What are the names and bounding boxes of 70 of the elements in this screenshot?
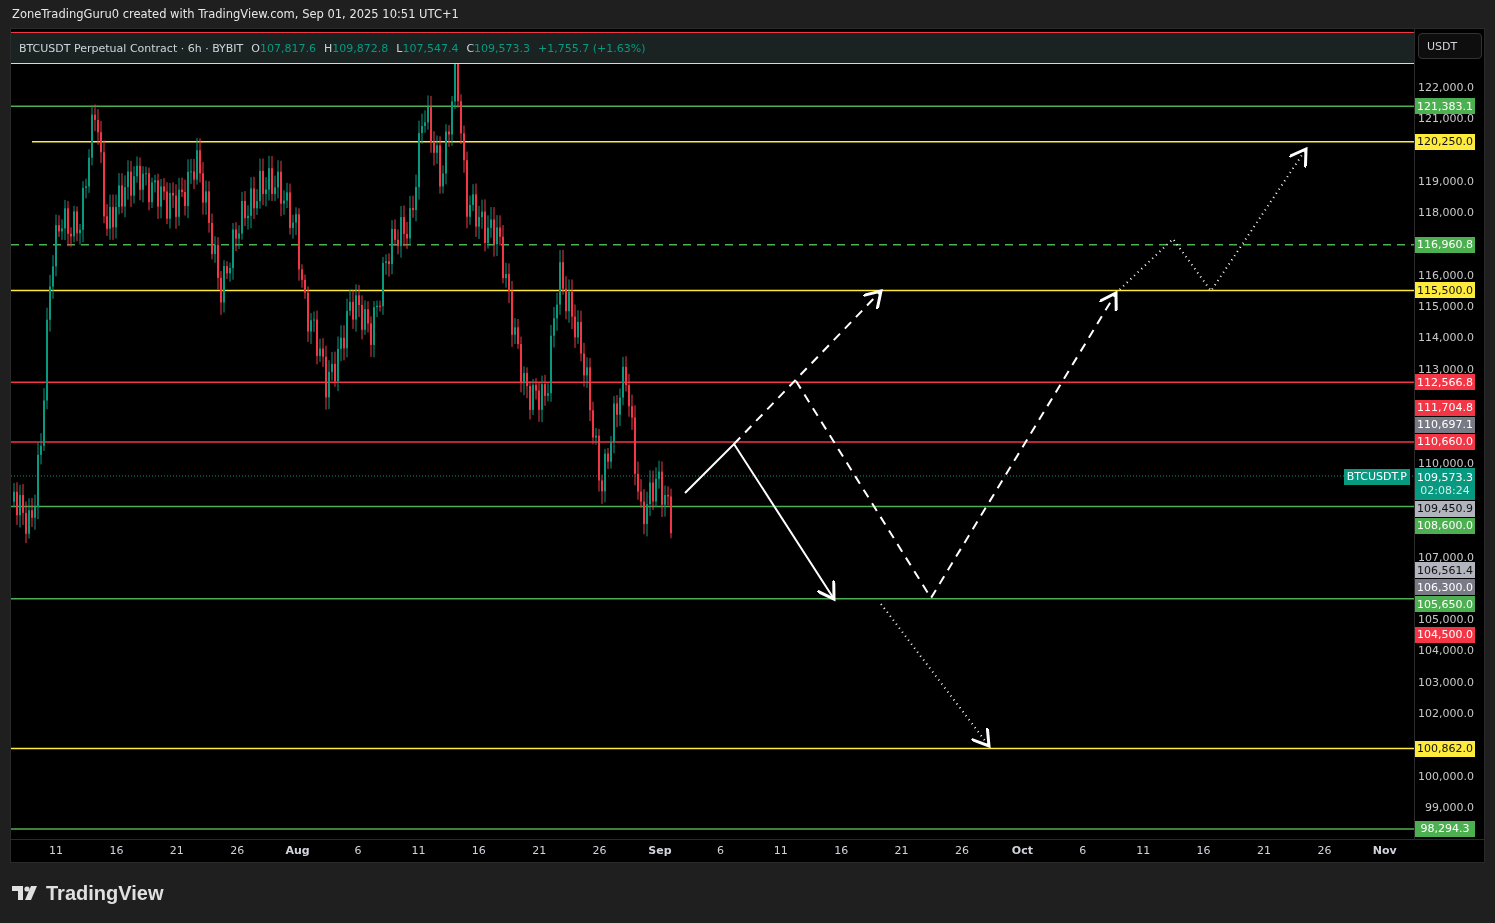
price-tag: 116,960.8 (1415, 236, 1475, 253)
time-axis-label: Oct (1011, 844, 1033, 857)
price-axis-label: 110,000.0 (1418, 456, 1474, 470)
ohlc-label: L (396, 41, 403, 55)
time-axis-label: 6 (1079, 844, 1087, 857)
price-axis-label: 99,000.0 (1425, 800, 1474, 814)
price-tag: 112,566.8 (1415, 374, 1475, 391)
snapshot-caption: ZoneTradingGuru0 created with TradingView.com, Sep 01, 2025 10:51 UTC+1 (11, 6, 460, 23)
price-tag: 109,450.9 (1415, 500, 1475, 517)
time-axis-label: 26 (1317, 844, 1332, 857)
ohlc-value: 109,573.3 (474, 41, 531, 55)
time-axis-label: 21 (169, 844, 184, 857)
time-axis-label: 26 (230, 844, 245, 857)
time-axis-label: 16 (109, 844, 124, 857)
price-axis-label: 118,000.0 (1418, 205, 1474, 219)
price-tag: 110,697.1 (1415, 416, 1475, 433)
price-axis-label: 104,000.0 (1418, 643, 1474, 657)
price-axis-label: 105,000.0 (1418, 612, 1474, 626)
price-tag: 111,704.8 (1415, 399, 1475, 416)
time-axis-label: 6 (716, 844, 724, 857)
price-tag: 100,862.0 (1415, 740, 1475, 757)
time-axis-label: 16 (471, 844, 486, 857)
price-tag: 104,500.0 (1415, 626, 1475, 643)
price-axis-label: 102,000.0 (1418, 706, 1474, 720)
time-axis-label: Aug (285, 844, 310, 857)
price-change: +1,755.7 (+1.63%) (538, 41, 646, 55)
price-tag: 110,660.0 (1415, 433, 1475, 450)
time-axis-label: 21 (1257, 844, 1271, 857)
price-tag: 121,383.1 (1415, 98, 1475, 115)
price-tag: 106,561.4 (1415, 562, 1475, 579)
price-tag: 98,294.3 (1415, 821, 1475, 837)
time-axis-label: 11 (1136, 844, 1151, 857)
price-axis-label: 113,000.0 (1418, 362, 1474, 376)
time-axis-label: 11 (411, 844, 426, 857)
ohlc-value: 107,547.4 (402, 41, 459, 55)
time-axis-label: Sep (648, 844, 672, 857)
symbol-tag: BTCUSDT.P (1343, 468, 1410, 485)
brand-name: TradingView (46, 881, 164, 905)
price-tag: 105,650.0 (1415, 596, 1475, 613)
time-axis-label: 6 (354, 844, 362, 857)
symbol-title: BTCUSDT Perpetual Contract · 6h · BYBIT (19, 41, 244, 55)
currency-button[interactable]: USDT (1418, 33, 1482, 59)
time-axis-label: 11 (49, 844, 63, 857)
price-axis-label: 119,000.0 (1418, 174, 1474, 188)
price-axis-label: 100,000.0 (1418, 769, 1474, 783)
ohlc-value: 107,817.6 (260, 41, 316, 55)
time-axis-label: 21 (894, 844, 909, 857)
price-tag: 106,300.0 (1415, 579, 1475, 596)
ohlc-label: C (466, 41, 475, 55)
price-axis-label: 122,000.0 (1418, 80, 1474, 94)
time-axis-label: Nov (1372, 844, 1397, 857)
price-axis-label: 116,000.0 (1418, 268, 1474, 282)
time-axis-label: 16 (834, 844, 849, 857)
logo-icon (12, 886, 40, 900)
ohlc-label: O (251, 41, 260, 55)
price-axis-label: 115,000.0 (1418, 299, 1474, 313)
current-price-tag: 109,573.3 02:08:24 (1415, 467, 1475, 500)
time-axis-label: 21 (532, 844, 547, 857)
ohlc-value: 109,872.8 (332, 41, 389, 55)
price-axis-label: 114,000.0 (1418, 330, 1474, 344)
price-tag: 120,250.0 (1415, 133, 1475, 150)
time-axis-label: 26 (592, 844, 607, 857)
price-axis-label: 107,000.0 (1418, 550, 1474, 563)
price-tag: 115,500.0 (1415, 282, 1475, 299)
time-axis-label: 16 (1196, 844, 1211, 857)
time-axis-label: 26 (955, 844, 969, 857)
ohlc-label: H (324, 41, 333, 55)
time-axis-label: 11 (773, 844, 788, 857)
price-tag: 108,600.0 (1415, 517, 1475, 534)
price-axis-label: 103,000.0 (1418, 675, 1474, 689)
